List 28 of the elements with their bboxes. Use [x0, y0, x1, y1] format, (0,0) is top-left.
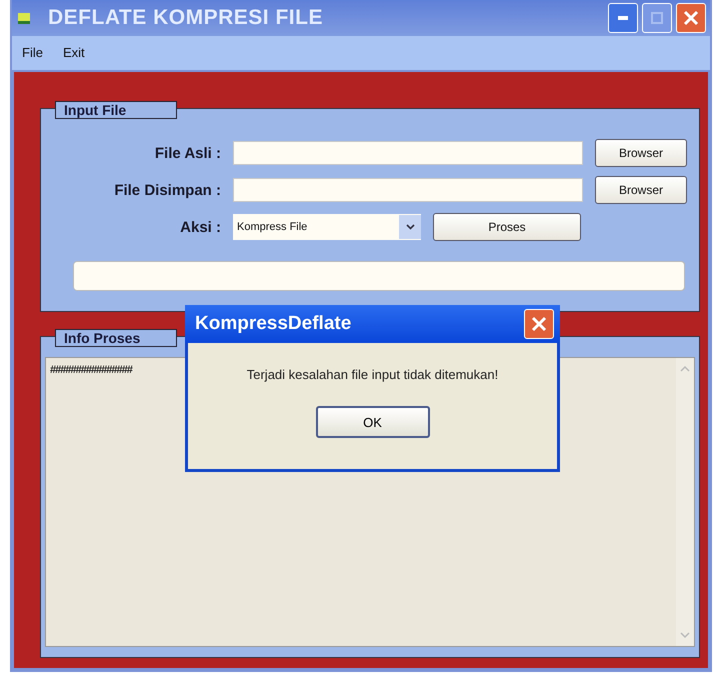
browse-button[interactable]: Browser: [595, 176, 687, 204]
group-title: Input File: [55, 101, 177, 119]
browse-button[interactable]: Browser: [595, 139, 687, 167]
log-text: ################: [49, 363, 134, 378]
close-icon: [682, 8, 700, 27]
dialog-title: KompressDeflate: [195, 313, 352, 335]
maximize-button[interactable]: [642, 2, 672, 33]
file-path-field[interactable]: [233, 141, 583, 165]
close-button[interactable]: [524, 309, 554, 339]
minimize-button[interactable]: [608, 2, 638, 33]
window-title: DEFLATE KOMPRESI FILE: [48, 6, 324, 30]
file-path-field[interactable]: [233, 178, 583, 202]
process-button[interactable]: Proses: [433, 213, 581, 241]
group-title: Info Proses: [55, 329, 177, 347]
menu-item[interactable]: Exit: [62, 45, 85, 60]
minimize-icon: [618, 16, 628, 20]
status-field[interactable]: [73, 261, 685, 291]
menu-item[interactable]: File: [22, 45, 43, 60]
dialog-message: Terjadi kesalahan file input tidak ditemukan!: [246, 367, 498, 382]
close-button[interactable]: [676, 2, 706, 33]
field-label: File Asli :: [154, 144, 221, 162]
chevron-down-icon: [406, 224, 414, 230]
action-dropdown[interactable]: Kompress File: [233, 214, 421, 240]
field-label: Aksi :: [179, 218, 221, 236]
close-icon: [530, 315, 548, 333]
field-label: File Disimpan :: [113, 182, 221, 198]
ok-button[interactable]: OK: [316, 406, 430, 438]
maximize-icon: [651, 12, 663, 24]
